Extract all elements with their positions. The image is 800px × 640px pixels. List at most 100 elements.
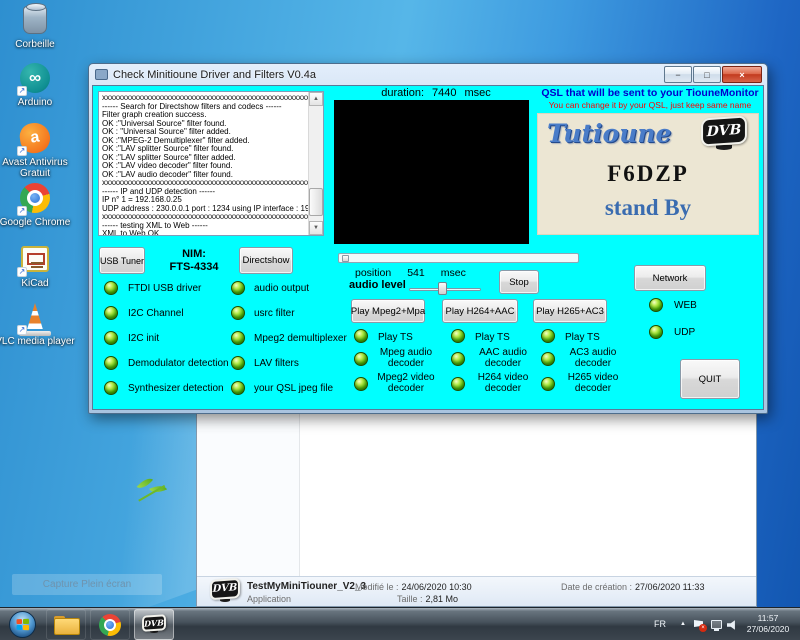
led-mpeg-audio-decoder: [354, 352, 368, 366]
usb-tuner-button[interactable]: USB Tuner: [99, 247, 145, 274]
position-slider-thumb[interactable]: [342, 255, 349, 262]
led-label: I2C Channel: [128, 308, 184, 319]
play-h264-button[interactable]: Play H264+AAC: [442, 299, 518, 323]
app-client-area: xxxxxxxxxxxxxxxxxxxxxxxxxxxxxxxxxxxxxxxx…: [92, 85, 764, 410]
led-label: Mpeg2 demultiplexer: [254, 333, 347, 344]
explorer-nav-pane: [197, 408, 300, 577]
qsl-callsign: F6DZP: [537, 161, 759, 187]
qsl-card: Tutioune DVB F6DZP stand By: [537, 113, 759, 235]
audio-level-thumb[interactable]: [438, 282, 447, 295]
position-slider[interactable]: [338, 253, 579, 263]
shortcut-arrow-icon: ↗: [17, 146, 27, 156]
log-box[interactable]: xxxxxxxxxxxxxxxxxxxxxxxxxxxxxxxxxxxxxxxx…: [98, 91, 324, 236]
screenshot-watermark: Capture Plein écran: [12, 574, 162, 595]
log-line: XML to Web OK.: [102, 230, 306, 236]
qsl-brand: Tutioune: [547, 119, 671, 148]
led-h264-video-decoder: [451, 377, 465, 391]
taskbar-chrome-button[interactable]: [90, 609, 130, 640]
led-play-ts-3: [541, 329, 555, 343]
language-indicator[interactable]: FR: [654, 619, 666, 629]
log-scrollbar[interactable]: ▲ ▼: [308, 92, 323, 235]
app-window: Check Minitioune Driver and Filters V0.4…: [88, 63, 768, 414]
audio-level-label: audio level: [349, 279, 406, 291]
qsl-status: stand By: [537, 195, 759, 221]
desktop-icon-vlc[interactable]: ↗ VLC media player: [0, 301, 70, 347]
play-mpeg2-button[interactable]: Play Mpeg2+Mpa: [351, 299, 425, 323]
scroll-down-icon[interactable]: ▼: [309, 221, 323, 235]
desktop-icon-recycle-bin[interactable]: Corbeille: [0, 4, 70, 50]
action-center-icon[interactable]: ×: [694, 620, 704, 629]
desktop-icon-avast[interactable]: a ↗ Avast Antivirus Gratuit: [0, 122, 70, 179]
led-label: AC3 audio decoder: [557, 347, 629, 369]
taskbar-dvb-app-button[interactable]: DVB: [134, 609, 174, 640]
qsl-header: QSL that will be sent to your TiouneMoni…: [539, 87, 761, 99]
volume-icon[interactable]: [727, 620, 738, 630]
scroll-up-icon[interactable]: ▲: [309, 92, 323, 106]
file-created: Date de création :27/06/2020 11:33: [561, 582, 704, 592]
maximize-button[interactable]: □: [693, 66, 721, 83]
desktop-icon-label: Avast Antivirus Gratuit: [0, 157, 78, 179]
led-label: Play TS: [475, 332, 510, 343]
start-button[interactable]: [9, 611, 36, 638]
led-label: Mpeg2 video decoder: [370, 372, 442, 394]
led-usrc-filter: [231, 306, 245, 320]
led-audio-output: [231, 281, 245, 295]
network-tray-icon[interactable]: [711, 620, 722, 629]
led-ftdi-usb-driver: [104, 281, 118, 295]
led-web: [649, 298, 663, 312]
explorer-details-pane: DVB TestMyMiniTiouner_V2_3 Modifié le :2…: [197, 576, 756, 606]
window-title: Check Minitioune Driver and Filters V0.4…: [113, 69, 316, 81]
led-label: H264 video decoder: [467, 372, 539, 394]
network-button[interactable]: Network: [634, 265, 706, 291]
file-type: Application: [247, 594, 291, 604]
close-button[interactable]: ×: [722, 66, 762, 83]
dvb-file-icon: DVB: [210, 579, 240, 604]
led-label: Play TS: [378, 332, 413, 343]
minimize-button[interactable]: −: [664, 66, 692, 83]
led-play-ts-2: [451, 329, 465, 343]
tray-expand-icon[interactable]: ▲: [680, 621, 686, 627]
desktop-icon-chrome[interactable]: ↗ Google Chrome: [0, 182, 70, 228]
desktop-icon-arduino[interactable]: ∞ ↗ Arduino: [0, 62, 70, 108]
led-label: audio output: [254, 283, 309, 294]
led-label: AAC audio decoder: [467, 347, 539, 369]
app-titlebar[interactable]: Check Minitioune Driver and Filters V0.4…: [89, 64, 767, 85]
file-name: TestMyMiniTiouner_V2_3: [247, 581, 366, 592]
shortcut-arrow-icon: ↗: [17, 325, 27, 335]
led-i2c-init: [104, 331, 118, 345]
stop-button[interactable]: Stop: [499, 270, 539, 294]
led-qsl-jpeg-file: [231, 381, 245, 395]
led-play-ts-1: [354, 329, 368, 343]
dvb-app-icon: DVB: [142, 615, 166, 635]
desktop-icon-label: Google Chrome: [0, 217, 78, 228]
dvb-logo: DVB: [701, 117, 747, 153]
desktop-icon-label: KiCad: [0, 278, 78, 289]
directshow-button[interactable]: Directshow: [239, 247, 293, 274]
windows-logo-icon: [17, 619, 30, 631]
taskbar-explorer-button[interactable]: [46, 609, 86, 640]
taskbar-clock[interactable]: 11:5727/06/2020: [742, 613, 794, 635]
led-demodulator-detection: [104, 356, 118, 370]
led-label: UDP: [674, 327, 695, 338]
quit-button[interactable]: QUIT: [680, 359, 740, 399]
led-mpeg2-demultiplexer: [231, 331, 245, 345]
desktop-icon-kicad[interactable]: ↗ KiCad: [0, 243, 70, 289]
shortcut-arrow-icon: ↗: [17, 267, 27, 277]
led-label: FTDI USB driver: [128, 283, 201, 294]
led-aac-audio-decoder: [451, 352, 465, 366]
play-h265-button[interactable]: Play H265+AC3: [533, 299, 607, 323]
shortcut-arrow-icon: ↗: [17, 206, 27, 216]
led-label: Mpeg audio decoder: [370, 347, 442, 369]
led-label: WEB: [674, 300, 697, 311]
shortcut-arrow-icon: ↗: [17, 86, 27, 96]
led-udp: [649, 325, 663, 339]
wallpaper-sprig: [134, 473, 172, 505]
led-h265-video-decoder: [541, 377, 555, 391]
led-synthesizer-detection: [104, 381, 118, 395]
desktop: Corbeille ∞ ↗ Arduino a ↗ Avast Antiviru…: [0, 0, 800, 640]
position-readout: position541msec: [355, 267, 466, 279]
scrollbar-thumb[interactable]: [309, 188, 323, 216]
explorer-window: DVB TestMyMiniTiouner_V2_3 Modifié le :2…: [196, 407, 757, 607]
desktop-icon-label: VLC media player: [0, 336, 78, 347]
duration-readout: duration:7440msec: [341, 87, 531, 99]
